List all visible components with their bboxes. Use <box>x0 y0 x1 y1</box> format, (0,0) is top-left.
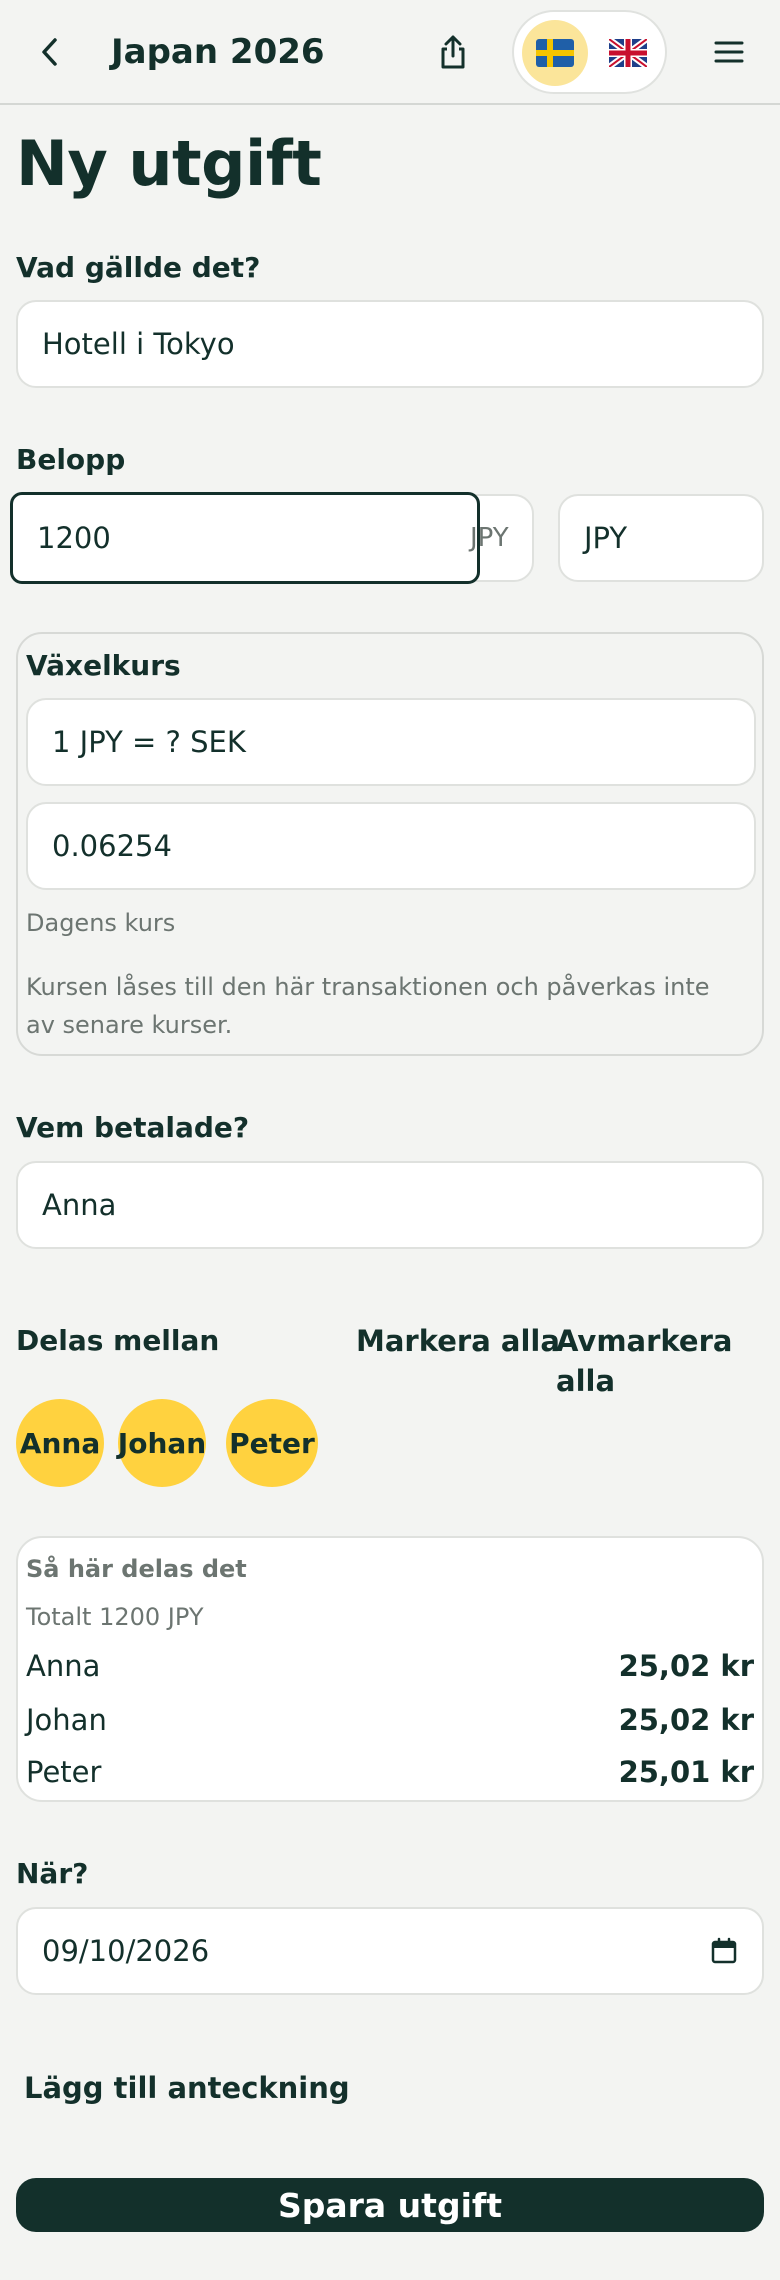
rate-unit-text: 1 JPY = ? SEK <box>52 725 246 759</box>
deselect-all-button[interactable]: Avmarkera alla <box>556 1321 780 1401</box>
payer-label: Vem betalade? <box>16 1111 250 1144</box>
split-row-amount: 25,02 kr <box>618 1703 754 1737</box>
split-total: Totalt 1200 JPY <box>26 1603 204 1631</box>
hamburger-menu-icon <box>714 40 744 64</box>
description-label: Vad gällde det? <box>16 251 261 284</box>
calendar-icon[interactable] <box>710 1937 738 1965</box>
uk-flag-icon <box>609 39 647 67</box>
exchange-rate-label: Växelkurs <box>26 649 181 682</box>
page-title: Ny utgift <box>16 127 322 200</box>
date-input[interactable]: 09/10/2026 <box>16 1907 764 1995</box>
currency-select[interactable]: JPY <box>558 494 764 582</box>
amount-input[interactable]: 1200 <box>10 492 480 584</box>
top-bar: Japan 2026 <box>0 0 780 105</box>
back-button[interactable] <box>30 32 70 72</box>
split-breakdown-card: Så här delas det Totalt 1200 JPY Anna 25… <box>16 1536 764 1802</box>
split-label: Delas mellan <box>16 1324 220 1357</box>
language-option-swedish[interactable] <box>522 20 588 86</box>
amount-currency-suffix: JPY <box>470 523 509 553</box>
add-note-button[interactable]: Lägg till anteckning <box>24 2068 350 2108</box>
date-value: 09/10/2026 <box>42 1934 210 1968</box>
amount-label: Belopp <box>16 443 126 476</box>
participant-chip-peter[interactable]: Peter <box>226 1399 318 1487</box>
language-option-english[interactable] <box>595 20 661 86</box>
exchange-rate-value: 0.06254 <box>52 829 172 863</box>
swedish-flag-icon <box>536 39 574 67</box>
exchange-rate-input[interactable]: 0.06254 <box>26 802 756 890</box>
date-label: När? <box>16 1857 89 1890</box>
split-row-name: Peter <box>26 1755 102 1789</box>
rate-lock-note: Kursen låses till den här transaktionen … <box>26 973 710 1039</box>
exchange-rate-panel: Växelkurs 1 JPY = ? SEK 0.06254 Dagens k… <box>16 632 764 1056</box>
menu-button[interactable] <box>707 30 751 74</box>
amount-value: 1200 <box>37 521 111 555</box>
description-input[interactable]: Hotell i Tokyo <box>16 300 764 388</box>
select-all-button[interactable]: Markera alla <box>356 1321 560 1361</box>
split-row-amount: 25,01 kr <box>618 1755 754 1789</box>
split-row-name: Anna <box>26 1649 101 1683</box>
split-row-name: Johan <box>26 1703 107 1737</box>
payer-select[interactable]: Anna <box>16 1161 764 1249</box>
split-breakdown-title: Så här delas det <box>26 1555 247 1583</box>
participant-chip-anna[interactable]: Anna <box>16 1399 104 1487</box>
rate-unit-field: 1 JPY = ? SEK <box>26 698 756 786</box>
payer-value: Anna <box>42 1188 117 1222</box>
currency-value: JPY <box>584 521 628 555</box>
language-toggle <box>512 10 667 94</box>
description-value: Hotell i Tokyo <box>42 327 235 361</box>
save-expense-button[interactable]: Spara utgift <box>16 2178 764 2232</box>
participant-chip-johan[interactable]: Johan <box>118 1399 206 1487</box>
chevron-left-icon <box>38 37 62 67</box>
split-row-amount: 25,02 kr <box>618 1649 754 1683</box>
share-button[interactable] <box>431 30 475 74</box>
share-icon <box>438 34 468 70</box>
trip-title: Japan 2026 <box>111 32 325 72</box>
todays-rate-text: Dagens kurs <box>26 909 176 937</box>
